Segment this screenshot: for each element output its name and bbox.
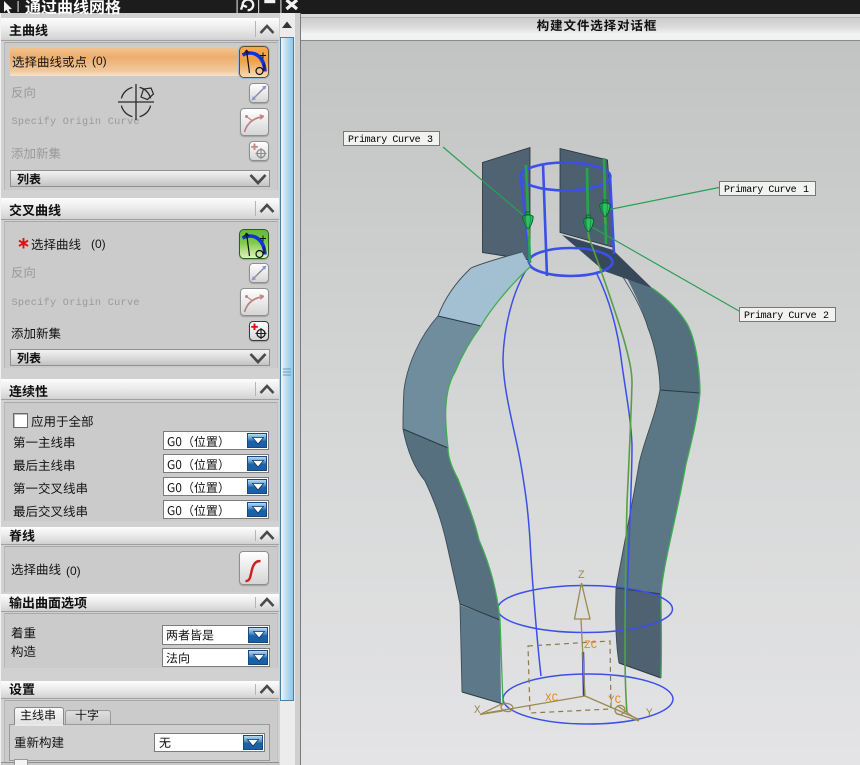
svg-text:XC: XC bbox=[545, 693, 559, 705]
svg-text:ZC: ZC bbox=[584, 640, 598, 652]
svg-text:Primary Curve: Primary Curve bbox=[744, 310, 817, 322]
svg-text:1: 1 bbox=[803, 185, 809, 196]
svg-text:Y: Y bbox=[646, 708, 653, 720]
svg-text:Z: Z bbox=[578, 570, 585, 582]
svg-text:3: 3 bbox=[427, 135, 433, 146]
svg-text:X: X bbox=[474, 705, 481, 717]
svg-text:2: 2 bbox=[823, 311, 829, 322]
svg-text:Primary Curve: Primary Curve bbox=[724, 184, 797, 196]
svg-text:YC: YC bbox=[608, 695, 622, 707]
svg-text:Primary Curve: Primary Curve bbox=[348, 134, 421, 146]
